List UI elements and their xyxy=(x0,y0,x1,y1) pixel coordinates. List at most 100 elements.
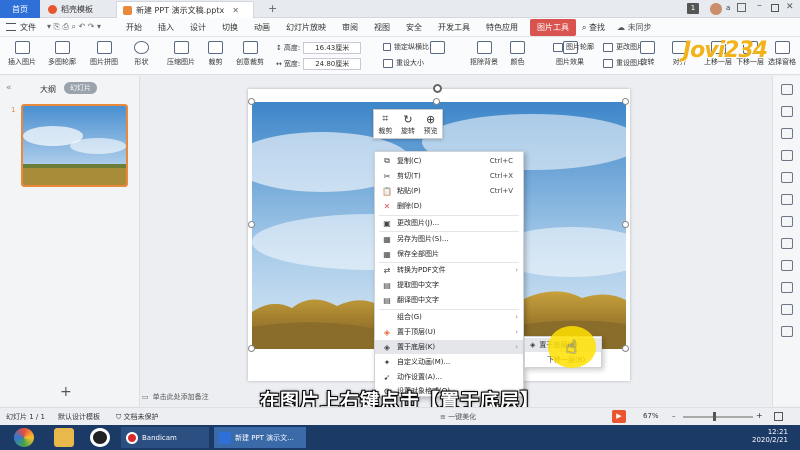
menu-translate-text[interactable]: ▤ 翻译图中文字 xyxy=(375,293,523,307)
picture-outline-button[interactable]: 图片轮廓 xyxy=(553,42,594,52)
picture-collage-button[interactable]: 图片拼图 xyxy=(90,41,118,67)
menu-cut[interactable]: ✂ 剪切(T) Ctrl+X xyxy=(375,169,523,183)
search-button[interactable]: ⌕ 查找 xyxy=(580,22,613,33)
menu-features[interactable]: 特色应用 xyxy=(478,22,526,33)
tab-document[interactable]: 新建 PPT 演示文稿.pptx ✕ xyxy=(116,1,254,18)
remove-background-button[interactable]: 抠除背景 xyxy=(470,41,498,67)
reset-picture-button[interactable]: 重设图片 xyxy=(603,58,644,68)
protect-status[interactable]: ⛉ 文档未保护 xyxy=(116,412,158,422)
minimize-icon[interactable]: – xyxy=(757,0,762,11)
zoom-slider-thumb[interactable] xyxy=(713,412,716,421)
start-icon[interactable] xyxy=(14,428,34,447)
sidebar-table-icon[interactable] xyxy=(781,216,793,227)
window-layout-icon[interactable] xyxy=(737,3,746,12)
menu-paste[interactable]: 📋 粘贴(P) Ctrl+V xyxy=(375,184,523,198)
tab-outline[interactable]: 大纲 xyxy=(40,84,56,95)
menu-copy[interactable]: ⧉ 复制(C) Ctrl+C xyxy=(375,154,523,168)
collapse-panel-icon[interactable]: « xyxy=(6,83,12,93)
menu-file[interactable]: 文件 xyxy=(16,22,44,33)
float-rotate-button[interactable]: ↻ 旋转 xyxy=(401,113,415,136)
menu-review[interactable]: 审阅 xyxy=(334,22,366,33)
sidebar-animation-icon[interactable] xyxy=(781,150,793,161)
slide-thumbnail[interactable] xyxy=(21,104,128,187)
magic-button[interactable] xyxy=(430,41,445,57)
menu-change-picture[interactable]: ▣ 更改图片(J)... xyxy=(375,216,523,230)
height-input[interactable]: 16.43厘米 xyxy=(303,42,362,54)
maximize-icon[interactable] xyxy=(771,4,779,12)
sidebar-help-icon[interactable] xyxy=(781,326,793,337)
resize-handle[interactable] xyxy=(622,98,629,105)
resize-handle[interactable] xyxy=(248,345,255,352)
menu-action-settings[interactable]: ➹ 动作设置(A)... xyxy=(375,370,523,384)
zoom-slider[interactable] xyxy=(683,416,753,418)
menu-save-all-pictures[interactable]: ▦ 保存全部图片 xyxy=(375,247,523,261)
menu-security[interactable]: 安全 xyxy=(398,22,430,33)
lock-ratio-checkbox[interactable]: 锁定纵横比 xyxy=(383,42,429,52)
multi-outline-button[interactable]: 多图轮廓 xyxy=(48,41,76,67)
resize-handle[interactable] xyxy=(433,98,440,105)
menu-custom-animation[interactable]: ✦ 自定义动画(M)... xyxy=(375,355,523,369)
menu-convert-pdf[interactable]: ⇄ 转换为PDF文件 › xyxy=(375,263,523,277)
folder-icon[interactable] xyxy=(54,428,74,447)
compress-picture-button[interactable]: 压缩图片 xyxy=(167,41,195,67)
resize-handle[interactable] xyxy=(622,345,629,352)
width-input[interactable]: 24.80厘米 xyxy=(303,58,362,70)
sidebar-grid-icon[interactable] xyxy=(781,304,793,315)
reset-size-button[interactable]: 重设大小 xyxy=(383,58,424,68)
menu-animation[interactable]: 动画 xyxy=(246,22,278,33)
sidebar-magic-icon[interactable] xyxy=(781,106,793,117)
menu-transition[interactable]: 切换 xyxy=(214,22,246,33)
avatar[interactable] xyxy=(710,3,722,15)
taskbar-wps[interactable]: 新建 PPT 演示文... xyxy=(214,427,306,448)
clock[interactable]: 12:21 2020/2/21 xyxy=(752,428,788,444)
menu-extract-text[interactable]: ▤ 提取图中文字 xyxy=(375,278,523,292)
menu-design[interactable]: 设计 xyxy=(182,22,214,33)
menu-insert[interactable]: 插入 xyxy=(150,22,182,33)
sidebar-style-icon[interactable] xyxy=(781,84,793,95)
rotate-handle-icon[interactable] xyxy=(433,84,442,93)
tab-template[interactable]: 稻壳模板 xyxy=(42,1,114,18)
quick-access-icons[interactable]: ▾ ⎘ ⎙ ⌕ ↶ ↷ ▾ xyxy=(47,22,101,32)
new-tab-icon[interactable]: + xyxy=(268,2,277,15)
select-pane-button[interactable]: 选择窗格 xyxy=(768,41,796,67)
zoom-out-icon[interactable]: – xyxy=(672,412,676,420)
play-slideshow-icon[interactable]: ▶ xyxy=(612,410,626,423)
sidebar-crop-icon[interactable] xyxy=(781,282,793,293)
tab-slides[interactable]: 幻灯片 xyxy=(64,82,97,94)
menu-send-to-bottom[interactable]: ◈ 置于底层(K) › xyxy=(375,340,523,354)
tab-home[interactable]: 首页 xyxy=(0,0,40,18)
color-button[interactable]: 颜色 xyxy=(510,41,525,67)
float-crop-button[interactable]: ⌗ 裁剪 xyxy=(378,112,392,136)
close-tab-icon[interactable]: ✕ xyxy=(232,6,239,15)
shape-button[interactable]: 形状 xyxy=(134,41,149,67)
menu-delete[interactable]: ✕ 删除(D) xyxy=(375,199,523,213)
tab-count-badge[interactable]: 1 xyxy=(687,3,699,14)
menu-save-as-picture[interactable]: ▦ 另存为图片(S)... xyxy=(375,232,523,246)
beautify-button[interactable]: ≡ 一键美化 xyxy=(440,412,476,422)
sync-status[interactable]: ☁ 未同步 xyxy=(613,22,660,33)
record-icon[interactable] xyxy=(90,428,110,447)
taskbar-bandicam[interactable]: Bandicam xyxy=(121,427,209,448)
sidebar-layout-icon[interactable] xyxy=(781,194,793,205)
change-picture-button[interactable]: 更改图片 xyxy=(603,42,644,52)
fit-window-icon[interactable] xyxy=(774,412,783,421)
width-field[interactable]: ↔ 宽度: 24.80厘米 xyxy=(276,58,362,70)
crop-button[interactable]: 裁剪 xyxy=(208,41,223,67)
menu-slideshow[interactable]: 幻灯片放映 xyxy=(278,22,334,33)
sidebar-settings-icon[interactable] xyxy=(781,260,793,271)
menu-developer[interactable]: 开发工具 xyxy=(430,22,478,33)
height-field[interactable]: ↕ 高度: 16.43厘米 xyxy=(276,42,362,54)
menu-home[interactable]: 开始 xyxy=(118,22,150,33)
theme-name[interactable]: 默认设计模板 xyxy=(58,412,100,422)
resize-handle[interactable] xyxy=(248,98,255,105)
insert-picture-button[interactable]: 插入图片 xyxy=(8,41,36,67)
float-preview-button[interactable]: ⊕ 预览 xyxy=(424,113,438,136)
sidebar-picture-icon[interactable] xyxy=(781,128,793,139)
menu-view[interactable]: 视图 xyxy=(366,22,398,33)
creative-crop-button[interactable]: 创意裁剪 xyxy=(236,41,264,67)
sidebar-shape-icon[interactable] xyxy=(781,172,793,183)
zoom-level[interactable]: 67% xyxy=(643,412,659,420)
rotate-button[interactable]: 旋转 xyxy=(640,41,655,67)
sidebar-chart-icon[interactable] xyxy=(781,238,793,249)
resize-handle[interactable] xyxy=(622,221,629,228)
